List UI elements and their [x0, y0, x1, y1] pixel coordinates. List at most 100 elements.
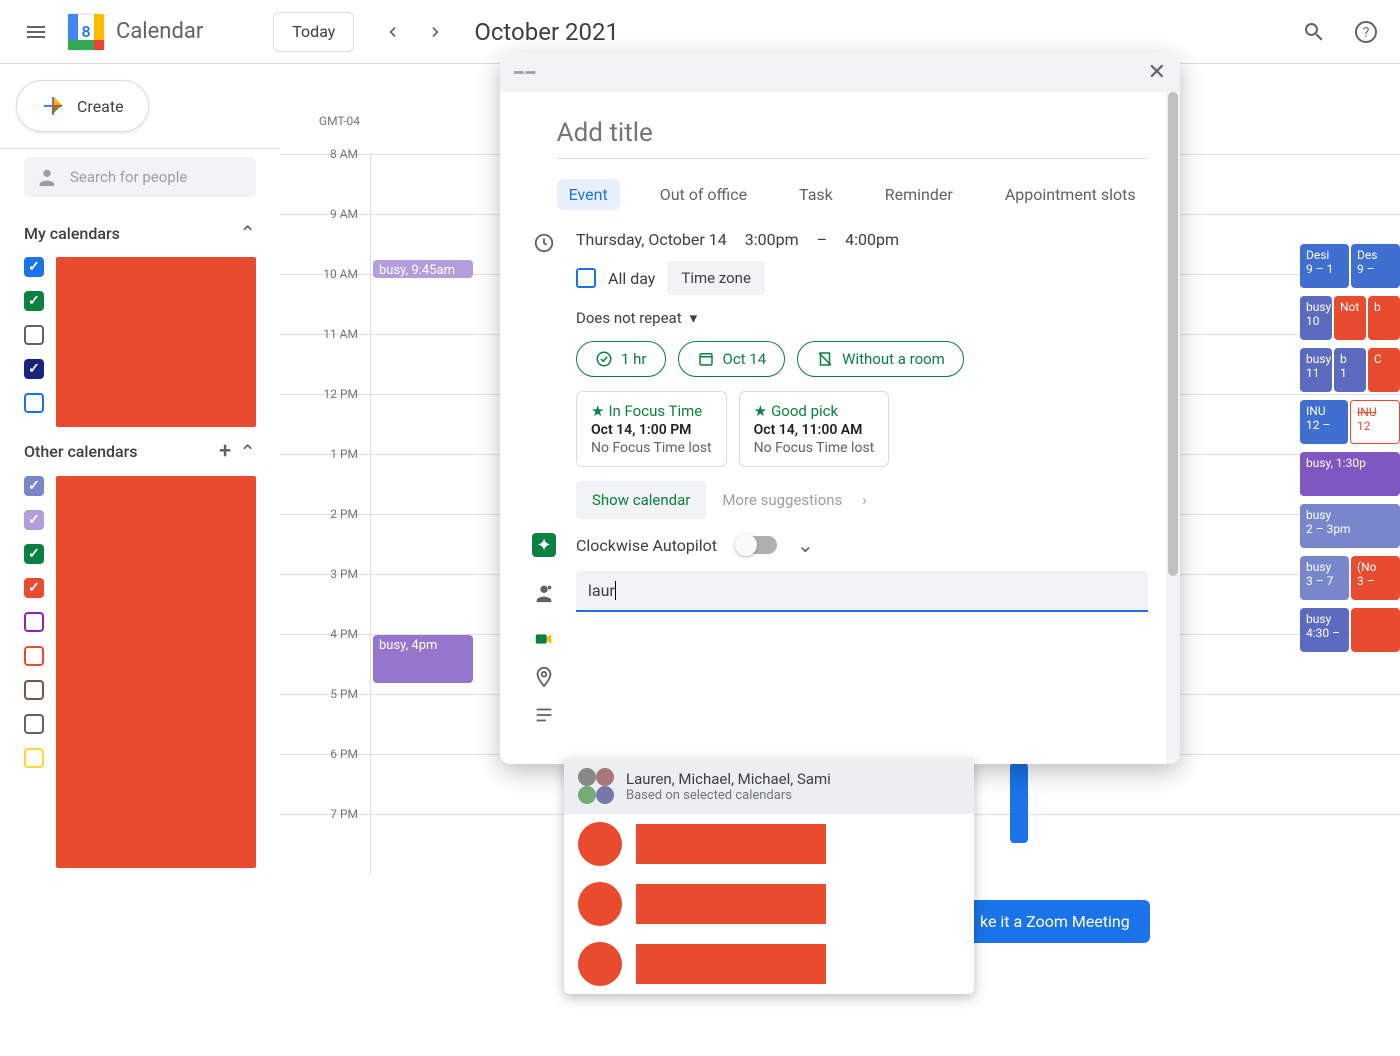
- suggestion-group[interactable]: Lauren, Michael, Michael, Sami Based on …: [564, 758, 974, 814]
- suggestion-redacted[interactable]: [564, 814, 974, 874]
- overflow-event[interactable]: b1: [1334, 348, 1366, 392]
- chevron-left-icon: [382, 22, 402, 42]
- calendar-checkbox[interactable]: [24, 325, 44, 345]
- search-button[interactable]: [1292, 10, 1336, 54]
- timezone-label: GMT-04: [280, 64, 370, 154]
- overflow-event[interactable]: INU12: [1350, 400, 1400, 444]
- svg-text:?: ?: [1363, 25, 1370, 41]
- prev-button[interactable]: [374, 14, 410, 50]
- overflow-event[interactable]: [1351, 608, 1400, 652]
- location-icon: [532, 666, 556, 688]
- overflow-event[interactable]: Des9 –: [1351, 244, 1400, 288]
- overflow-event[interactable]: Not: [1334, 296, 1366, 340]
- overflow-event[interactable]: C: [1368, 348, 1400, 392]
- tab-out-of-office[interactable]: Out of office: [648, 179, 759, 210]
- guest-autocomplete-dropdown: Lauren, Michael, Michael, Sami Based on …: [564, 758, 974, 994]
- tab-reminder[interactable]: Reminder: [873, 179, 965, 210]
- calendar-checkbox[interactable]: [24, 359, 44, 379]
- chevron-right-icon: [426, 22, 446, 42]
- people-icon: [36, 166, 58, 188]
- modal-titlebar[interactable]: ━━ ✕: [500, 52, 1180, 92]
- close-button[interactable]: ✕: [1148, 60, 1166, 85]
- create-event-button[interactable]: Create: [16, 80, 149, 132]
- calendar-checkbox[interactable]: [24, 714, 44, 734]
- timezone-button[interactable]: Time zone: [667, 261, 765, 295]
- overflow-event[interactable]: busy, 1:30p: [1300, 452, 1400, 496]
- hamburger-menu-button[interactable]: [12, 8, 60, 56]
- my-calendars-header[interactable]: My calendars ⌃: [0, 213, 280, 253]
- calendar-checkbox[interactable]: [24, 257, 44, 277]
- date-nav: [374, 14, 454, 50]
- overflow-event[interactable]: Desi9 – 1: [1300, 244, 1349, 288]
- overflow-event[interactable]: busy4:30 –: [1300, 608, 1349, 652]
- next-button[interactable]: [418, 14, 454, 50]
- all-day-label: All day: [608, 269, 655, 288]
- show-calendar-button[interactable]: Show calendar: [576, 481, 706, 519]
- create-label: Create: [77, 97, 124, 116]
- other-calendars-header[interactable]: Other calendars + ⌃: [0, 431, 280, 472]
- chevron-right-icon: ›: [862, 491, 867, 509]
- help-button[interactable]: ?: [1344, 10, 1388, 54]
- calendar-checkbox[interactable]: [24, 612, 44, 632]
- group-avatars: [578, 768, 614, 804]
- repeat-dropdown[interactable]: Does not repeat ▾: [576, 309, 1148, 327]
- hour-label: 12 PM: [280, 387, 370, 446]
- search-placeholder: Search for people: [70, 168, 187, 186]
- hour-label: 3 PM: [280, 567, 370, 626]
- calendar-checkbox[interactable]: [24, 476, 44, 496]
- date-pill[interactable]: Oct 14: [678, 341, 786, 377]
- overflow-event[interactable]: busy2 – 3pm: [1300, 504, 1400, 548]
- current-period-title: October 2021: [474, 18, 619, 46]
- event-datetime[interactable]: Thursday, October 14 3:00pm – 4:00pm: [576, 230, 1148, 249]
- drag-handle-icon[interactable]: ━━: [514, 63, 537, 82]
- chevron-down-icon[interactable]: ⌄: [797, 533, 814, 557]
- calendar-checkbox[interactable]: [24, 680, 44, 700]
- tab-appointment-slots[interactable]: Appointment slots: [993, 179, 1148, 210]
- all-day-checkbox[interactable]: [576, 268, 596, 288]
- time-suggestion-card[interactable]: ★In Focus TimeOct 14, 1:00 PMNo Focus Ti…: [576, 391, 727, 467]
- clock-icon: [532, 232, 556, 254]
- overflow-event[interactable]: b: [1368, 296, 1400, 340]
- add-calendar-button[interactable]: +: [219, 439, 231, 464]
- time-suggestion-card[interactable]: ★Good pickOct 14, 11:00 AMNo Focus Time …: [739, 391, 890, 467]
- people-icon: [532, 582, 556, 604]
- calendar-checkbox[interactable]: [24, 578, 44, 598]
- overflow-event[interactable]: busy11: [1300, 348, 1332, 392]
- calendar-checkbox[interactable]: [24, 646, 44, 666]
- help-icon: ?: [1354, 20, 1378, 44]
- partial-button[interactable]: [1010, 763, 1028, 843]
- zoom-meeting-button[interactable]: ke it a Zoom Meeting: [960, 900, 1150, 943]
- no-room-icon: [816, 350, 834, 368]
- event-type-tabs: Event Out of office Task Reminder Appointmen…: [557, 179, 1148, 210]
- hour-label: 11 AM: [280, 327, 370, 386]
- more-suggestions-link[interactable]: More suggestions ›: [722, 491, 866, 509]
- calendar-checkbox[interactable]: [24, 544, 44, 564]
- today-button[interactable]: Today: [273, 12, 354, 52]
- overflow-event[interactable]: INU12 –: [1300, 400, 1348, 444]
- duration-pill[interactable]: 1 hr: [576, 341, 666, 377]
- calendar-event[interactable]: busy, 4pm: [373, 635, 473, 683]
- overflow-event[interactable]: (No3 –: [1351, 556, 1400, 600]
- tab-event[interactable]: Event: [557, 179, 620, 210]
- suggestion-redacted[interactable]: [564, 934, 974, 994]
- calendar-checkbox[interactable]: [24, 510, 44, 530]
- add-guests-input[interactable]: laur: [576, 571, 1148, 612]
- calendar-checkbox[interactable]: [24, 748, 44, 768]
- calendar-event[interactable]: busy, 9:45am: [373, 260, 473, 278]
- calendar-checkbox[interactable]: [24, 393, 44, 413]
- search-people-input[interactable]: Search for people: [24, 157, 256, 197]
- clockwise-toggle[interactable]: [737, 536, 777, 554]
- tab-task[interactable]: Task: [787, 179, 845, 210]
- modal-scrollbar[interactable]: [1166, 92, 1180, 764]
- overflow-event[interactable]: busy10: [1300, 296, 1332, 340]
- hour-label: 5 PM: [280, 687, 370, 746]
- clockwise-icon: ✦: [532, 533, 556, 557]
- plus-icon: [41, 94, 65, 118]
- hour-label: 7 PM: [280, 807, 370, 866]
- event-title-input[interactable]: [557, 112, 1148, 159]
- calendar-checkbox[interactable]: [24, 291, 44, 311]
- suggestion-redacted[interactable]: [564, 874, 974, 934]
- overflow-event[interactable]: busy3 – 7: [1300, 556, 1349, 600]
- room-pill[interactable]: Without a room: [797, 341, 964, 377]
- check-circle-icon: [595, 350, 613, 368]
